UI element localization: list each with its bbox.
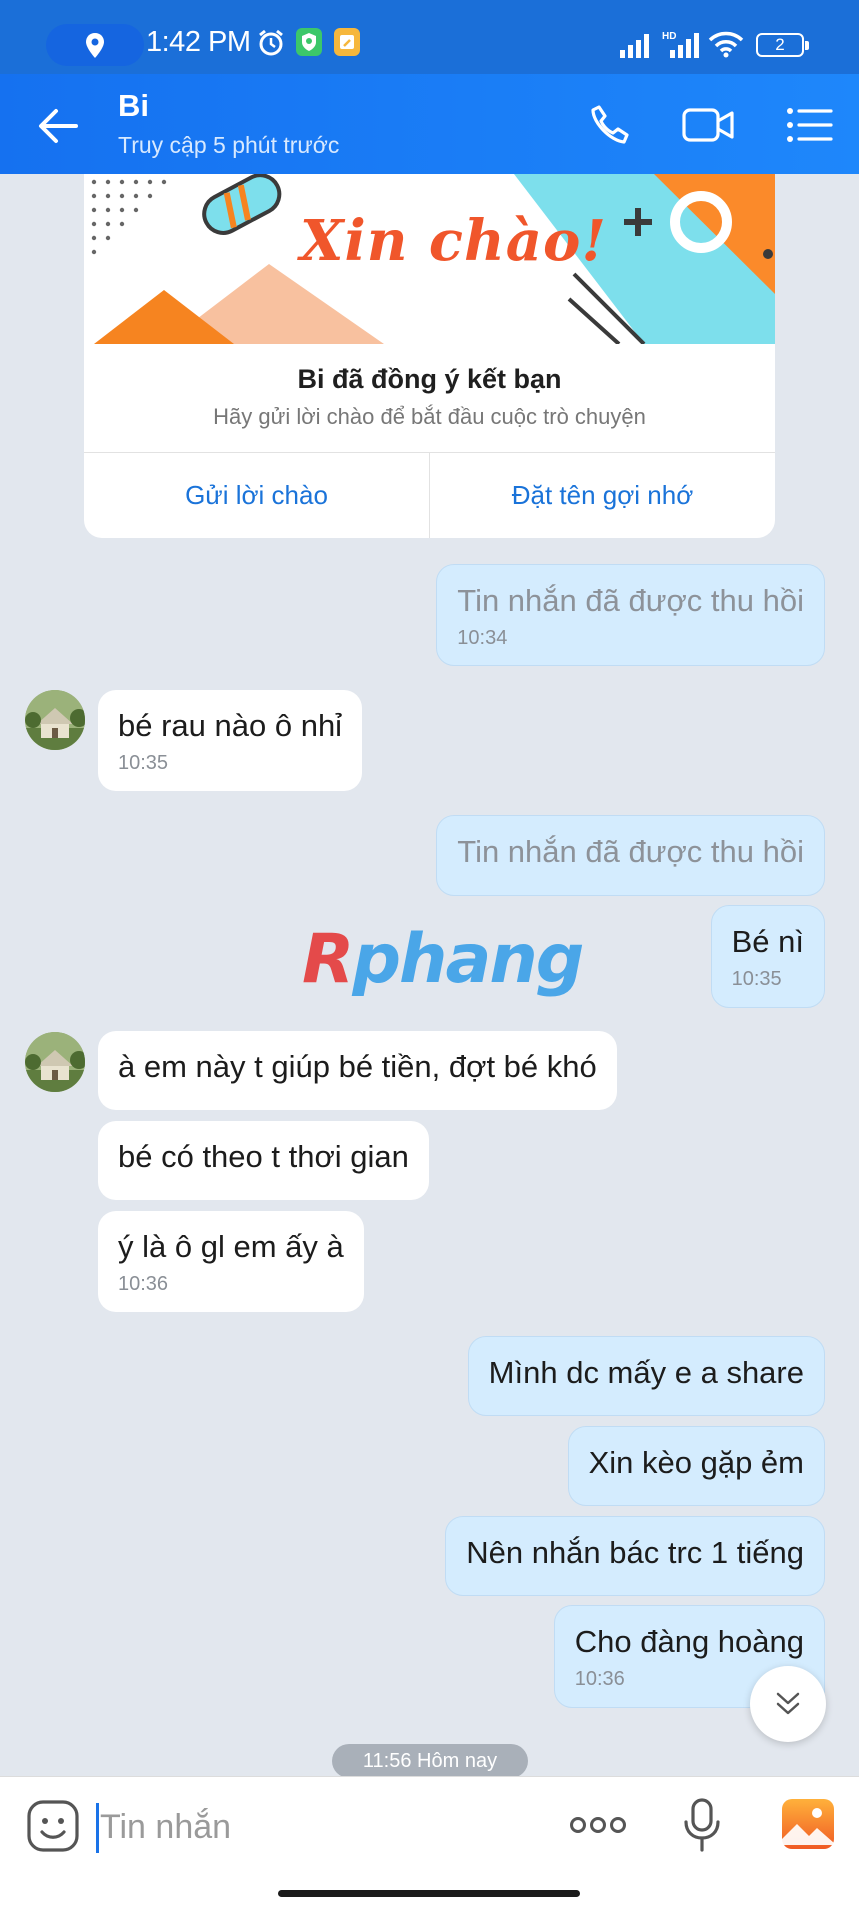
image-gallery-icon[interactable]	[780, 1797, 836, 1851]
message-bubble-incoming[interactable]: bé có theo t thơi gian	[98, 1121, 429, 1200]
avatar[interactable]	[25, 690, 85, 750]
message-text: Nên nhắn bác trc 1 tiếng	[466, 1535, 804, 1570]
alarm-icon	[259, 29, 283, 56]
message-text: Tin nhắn đã được thu hồi	[457, 583, 804, 618]
message-time: 10:35	[731, 968, 782, 990]
avatar[interactable]	[25, 1032, 85, 1092]
friend-accepted-card: Xin chào! Bi đã đồng ý kết bạn Hãy gửi l…	[84, 174, 775, 538]
shield-app-icon	[296, 28, 322, 56]
last-seen-status: Truy cập 5 phút trước	[118, 132, 340, 158]
more-dots-icon[interactable]	[568, 1805, 628, 1845]
back-button[interactable]	[28, 96, 88, 156]
microphone-icon[interactable]	[682, 1797, 722, 1853]
message-bubble-incoming[interactable]: bé rau nào ô nhỉ 10:35	[98, 690, 363, 791]
phone-icon	[591, 105, 629, 144]
watermark-logo: Rphang	[302, 920, 584, 999]
message-time: 10:36	[118, 1273, 169, 1295]
location-icon	[86, 33, 104, 58]
message-text: Mình dc mấy e a share	[488, 1355, 804, 1390]
message-text: bé rau nào ô nhỉ	[118, 708, 343, 743]
message-time: 10:35	[118, 752, 169, 774]
message-input[interactable]	[98, 1799, 538, 1855]
greeting-banner-title: Xin chào!	[300, 208, 607, 274]
chat-options-button[interactable]	[778, 94, 840, 156]
set-nickname-button[interactable]: Đặt tên gợi nhớ	[429, 453, 775, 538]
message-bubble-outgoing[interactable]: Bé nì 10:35	[710, 905, 825, 1008]
card-actions: Gửi lời chào Đặt tên gợi nhớ	[84, 452, 775, 538]
hd-signal-icon: HD	[662, 31, 699, 58]
message-text: Tin nhắn đã được thu hồi	[457, 834, 804, 869]
message-bubble-incoming[interactable]: ý là ô gl em ấy à 10:36	[98, 1211, 364, 1312]
send-greeting-button[interactable]: Gửi lời chào	[84, 453, 429, 538]
home-indicator[interactable]	[278, 1890, 580, 1897]
emoji-icon[interactable]	[26, 1799, 80, 1853]
status-time: 1:42 PM	[146, 26, 251, 58]
svg-text:HD: HD	[662, 31, 676, 42]
date-separator: 11:56 Hôm nay	[332, 1744, 528, 1778]
wifi-icon	[708, 31, 744, 58]
scroll-to-bottom-button[interactable]	[750, 1666, 826, 1742]
double-chevron-down-icon	[776, 1692, 800, 1715]
avatar-image	[25, 1032, 85, 1092]
message-text: à em này t giúp bé tiền, đợt bé khó	[118, 1049, 597, 1084]
message-bubble-recalled[interactable]: Tin nhắn đã được thu hồi	[436, 815, 825, 896]
battery-icon: 2	[756, 33, 809, 57]
message-text: Cho đàng hoàng	[574, 1624, 804, 1659]
message-time: 10:34	[457, 627, 508, 649]
video-call-button[interactable]	[678, 94, 740, 156]
notes-app-icon	[334, 28, 360, 56]
message-bubble-outgoing[interactable]: Mình dc mấy e a share	[467, 1336, 825, 1416]
avatar-image	[25, 690, 85, 750]
message-text: ý là ô gl em ấy à	[118, 1229, 344, 1264]
video-call-icon	[682, 108, 734, 142]
message-bubble-recalled[interactable]: Tin nhắn đã được thu hồi 10:34	[436, 564, 825, 666]
card-title: Bi đã đồng ý kết bạn	[297, 364, 562, 394]
menu-list-icon	[787, 108, 833, 142]
chat-header: Bi Truy cập 5 phút trước	[0, 74, 859, 174]
card-subtitle: Hãy gửi lời chào để bắt đầu cuộc trò chu…	[213, 404, 646, 429]
voice-call-button[interactable]	[578, 94, 640, 156]
contact-name[interactable]: Bi	[118, 88, 149, 124]
message-text: bé có theo t thơi gian	[118, 1139, 409, 1174]
message-bubble-outgoing[interactable]: Xin kèo gặp ẻm	[567, 1426, 825, 1506]
message-composer	[0, 1776, 859, 1908]
message-bubble-outgoing[interactable]: Nên nhắn bác trc 1 tiếng	[445, 1516, 825, 1596]
message-bubble-incoming[interactable]: à em này t giúp bé tiền, đợt bé khó	[98, 1031, 617, 1110]
status-bar: 1:42 PM HD 2	[0, 0, 859, 74]
location-pill	[46, 24, 144, 66]
message-text: Xin kèo gặp ẻm	[588, 1445, 804, 1480]
back-arrow-icon	[39, 109, 78, 143]
signal-icon	[620, 34, 649, 58]
greeting-banner: Xin chào!	[84, 174, 775, 344]
message-text: Bé nì	[731, 924, 804, 959]
